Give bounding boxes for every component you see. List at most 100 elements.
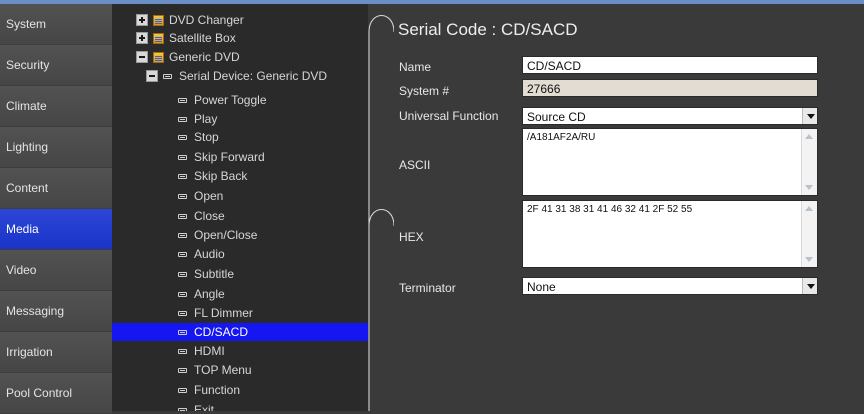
tree-node-label: Exit: [194, 403, 215, 411]
tree-node-close[interactable]: Close: [112, 207, 368, 225]
sidebar-item-label: Pool Control: [6, 386, 73, 400]
expand-plus-icon[interactable]: [136, 32, 148, 44]
device-tree: DVD Changer Satellite Box Generic DVD Se…: [112, 4, 368, 411]
name-field[interactable]: CD/SACD: [522, 56, 818, 74]
tree-node-fl-dimmer[interactable]: FL Dimmer: [112, 304, 368, 322]
tree-node-hdmi[interactable]: HDMI: [112, 342, 368, 360]
ascii-scrollbar[interactable]: [801, 129, 817, 195]
system-number-field: 27666: [522, 79, 818, 97]
tree-node-top-menu[interactable]: TOP Menu: [112, 361, 368, 379]
tree-node-label: TOP Menu: [194, 363, 252, 377]
device-icon: [178, 291, 187, 297]
sidebar-item-media[interactable]: Media: [0, 209, 112, 250]
sidebar-item-pool-control[interactable]: Pool Control: [0, 373, 112, 414]
device-icon: [178, 367, 187, 373]
sidebar-item-label: Media: [6, 222, 39, 236]
tree-node-label: Serial Device: Generic DVD: [179, 69, 328, 83]
sidebar-item-label: Video: [6, 263, 37, 277]
scroll-up-icon[interactable]: [805, 134, 813, 139]
collapse-minus-icon[interactable]: [146, 70, 158, 82]
ascii-textarea[interactable]: /A181AF2A/RU: [522, 128, 818, 196]
scroll-down-icon[interactable]: [805, 185, 813, 190]
tree-node-function[interactable]: Function: [112, 381, 368, 399]
chevron-down-icon[interactable]: [802, 108, 817, 124]
universal-function-label: Universal Function: [399, 109, 499, 123]
tree-node-label: CD/SACD: [194, 325, 249, 339]
tree-node-label: Function: [194, 383, 241, 397]
sidebar-item-label: Messaging: [6, 304, 65, 318]
hex-value: 2F 41 31 38 31 41 46 32 41 2F 52 55: [527, 204, 693, 215]
folder-icon: [153, 32, 164, 44]
sidebar-item-label: Climate: [6, 99, 47, 113]
hex-label: HEX: [399, 230, 424, 244]
tree-node-generic-dvd[interactable]: Generic DVD: [112, 48, 368, 66]
device-icon: [178, 387, 187, 393]
tree-node-label: Subtitle: [194, 267, 235, 281]
device-icon: [178, 97, 187, 103]
folder-icon: [153, 14, 164, 26]
sidebar: System Security Climate Lighting Content…: [0, 4, 112, 414]
tree-node-label: Satellite Box: [169, 31, 236, 45]
collapse-minus-icon[interactable]: [136, 51, 148, 63]
panel-divider: [368, 4, 394, 411]
universal-function-value: Source CD: [527, 110, 586, 124]
tree-node-angle[interactable]: Angle: [112, 285, 368, 303]
sidebar-item-climate[interactable]: Climate: [0, 86, 112, 127]
device-icon: [178, 271, 187, 277]
hex-textarea[interactable]: 2F 41 31 38 31 41 46 32 41 2F 52 55: [522, 200, 818, 268]
tree-node-audio[interactable]: Audio: [112, 245, 368, 263]
tree-node-cd-sacd[interactable]: CD/SACD: [112, 323, 368, 341]
ascii-label: ASCII: [399, 158, 431, 172]
tree-node-skip-back[interactable]: Skip Back: [112, 167, 368, 185]
name-label: Name: [399, 60, 432, 74]
sidebar-item-system[interactable]: System: [0, 4, 112, 45]
tree-node-satellite-box[interactable]: Satellite Box: [112, 29, 368, 47]
sidebar-item-security[interactable]: Security: [0, 45, 112, 86]
tree-node-label: Angle: [194, 287, 225, 301]
tree-node-open[interactable]: Open: [112, 187, 368, 205]
hex-scrollbar[interactable]: [801, 201, 817, 267]
universal-function-select[interactable]: Source CD: [522, 107, 818, 125]
tree-node-label: Open: [194, 189, 224, 203]
sidebar-item-lighting[interactable]: Lighting: [0, 127, 112, 168]
device-icon: [178, 232, 187, 238]
device-icon: [178, 348, 187, 354]
tree-node-label: Open/Close: [194, 228, 258, 242]
sidebar-item-content[interactable]: Content: [0, 168, 112, 209]
tree-node-label: Close: [194, 209, 225, 223]
terminator-select[interactable]: None: [522, 277, 818, 295]
tree-node-label: Play: [194, 112, 218, 126]
tree-node-play[interactable]: Play: [112, 110, 368, 128]
scroll-down-icon[interactable]: [805, 257, 813, 262]
sidebar-item-label: System: [6, 17, 47, 31]
tree-node-subtitle[interactable]: Subtitle: [112, 265, 368, 283]
folder-icon: [153, 51, 164, 63]
sidebar-item-video[interactable]: Video: [0, 250, 112, 291]
device-icon: [178, 193, 187, 199]
tree-node-open-close[interactable]: Open/Close: [112, 226, 368, 244]
detail-panel: Serial Code : CD/SACD Name CD/SACD Syste…: [394, 4, 864, 411]
tree-node-serial-device[interactable]: Serial Device: Generic DVD: [112, 67, 368, 85]
tree-node-label: FL Dimmer: [194, 306, 253, 320]
tree-node-skip-forward[interactable]: Skip Forward: [112, 148, 368, 166]
device-icon: [178, 134, 187, 140]
device-icon: [178, 329, 187, 335]
tree-node-dvd-changer[interactable]: DVD Changer: [112, 11, 368, 29]
tree-node-label: Audio: [194, 247, 225, 261]
terminator-value: None: [527, 280, 556, 294]
tree-node-label: HDMI: [194, 344, 225, 358]
tree-node-exit[interactable]: Exit: [112, 401, 368, 411]
device-icon: [178, 213, 187, 219]
sidebar-item-messaging[interactable]: Messaging: [0, 291, 112, 332]
chevron-down-icon[interactable]: [802, 278, 817, 294]
expand-plus-icon[interactable]: [136, 14, 148, 26]
page-title: Serial Code : CD/SACD: [398, 20, 578, 39]
sidebar-item-irrigation[interactable]: Irrigation: [0, 332, 112, 373]
sidebar-item-label: Irrigation: [6, 345, 53, 359]
device-icon: [178, 173, 187, 179]
tree-node-power-toggle[interactable]: Power Toggle: [112, 91, 368, 109]
system-number-label: System #: [399, 84, 450, 98]
scroll-up-icon[interactable]: [805, 206, 813, 211]
tree-node-stop[interactable]: Stop: [112, 128, 368, 146]
device-icon: [178, 407, 187, 411]
